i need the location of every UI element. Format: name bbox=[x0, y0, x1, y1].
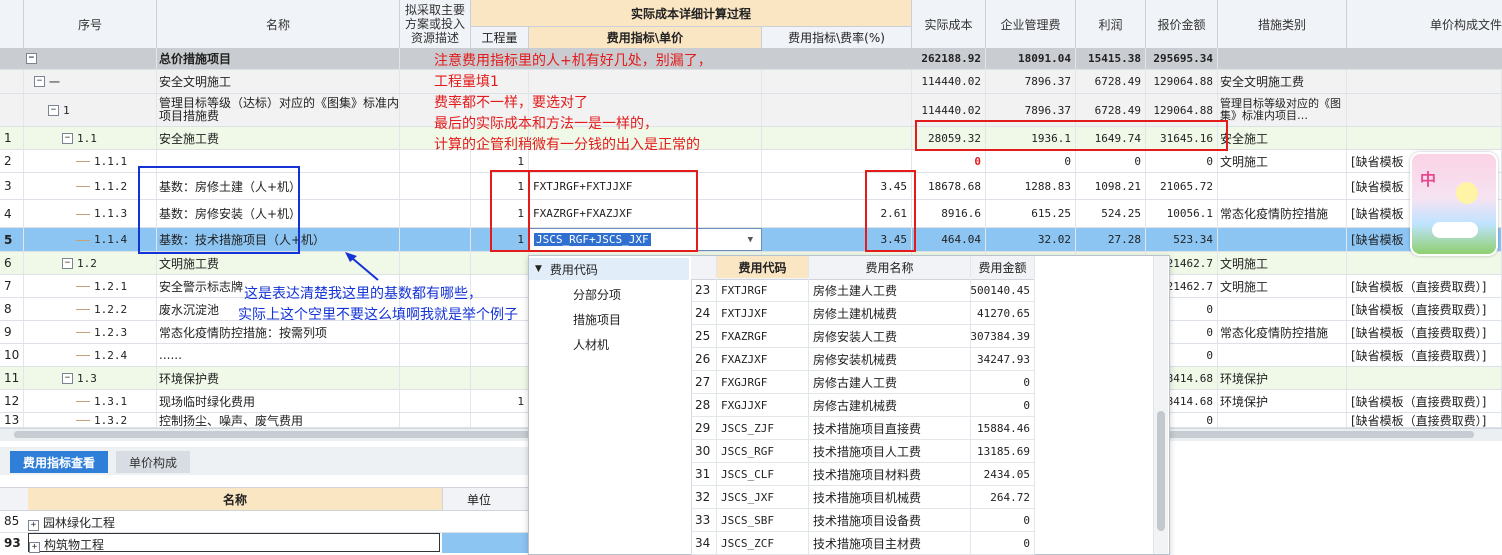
annotation-red-note-5: 计算的企管利稍微有一分钱的出入是正常的 bbox=[434, 137, 700, 153]
annotation-red-note-1: 注意费用指标里的人+机有好几处，别漏了， bbox=[434, 53, 712, 69]
annotation-arrow-icon bbox=[351, 257, 379, 281]
annotation-red-note-2: 工程量填1 bbox=[434, 74, 499, 90]
annotation-blue-note-1: 这是表达清楚我这里的基数都有哪些， bbox=[244, 286, 482, 302]
annotation-arrow-layer bbox=[345, 252, 379, 281]
cloud-icon bbox=[1432, 222, 1478, 238]
annotation-red-note-4: 最后的实际成本和方法一是一样的， bbox=[434, 116, 658, 132]
annotation-blue-note-2: 实际上这个空里不要这么填啊我就是举个例子 bbox=[238, 307, 518, 323]
sun-icon bbox=[1456, 182, 1478, 204]
sticker-text: 中 bbox=[1420, 170, 1437, 189]
annotation-red-note-3: 费率都不一样，要选对了 bbox=[434, 95, 588, 111]
decorative-sticker: 中 bbox=[1410, 152, 1498, 256]
